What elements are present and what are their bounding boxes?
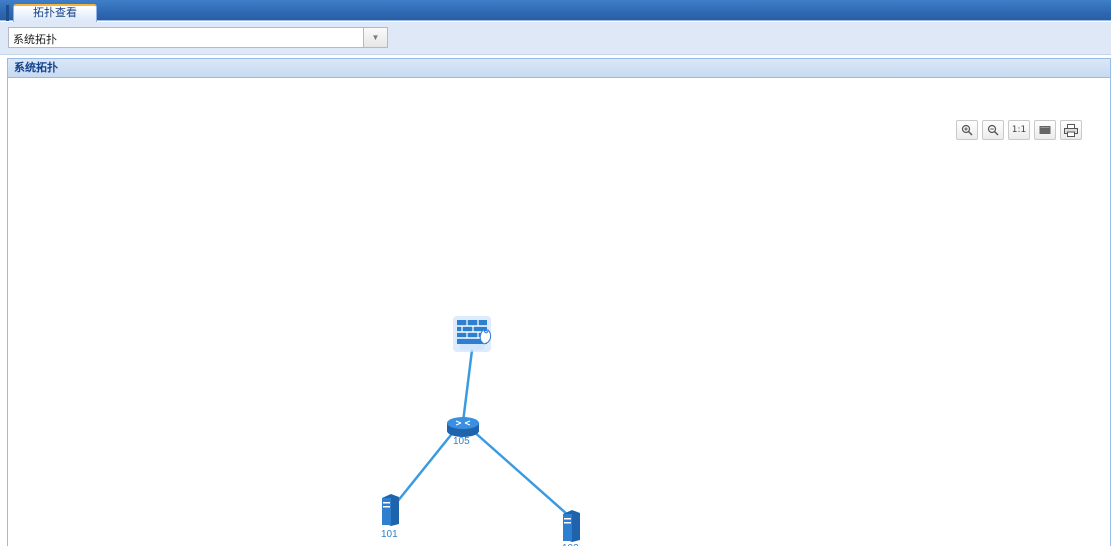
firewall-icon — [457, 320, 492, 345]
topology-diagram: 105 101 102 — [381, 316, 580, 546]
panel-title: 系统拓扑 — [8, 58, 1110, 78]
topology-canvas[interactable]: 1:1 105 101 — [8, 78, 1110, 546]
topology-panel: 系统拓扑 1:1 105 101 — [7, 58, 1111, 546]
server-node-102[interactable]: 102 — [562, 510, 580, 546]
router-node-105[interactable]: 105 — [447, 417, 479, 447]
link-firewall-105 — [461, 349, 474, 423]
server-node-101[interactable]: 101 — [381, 494, 399, 540]
server-label-101: 101 — [381, 529, 398, 540]
tab-topology-view[interactable]: 拓扑查看 — [13, 4, 97, 22]
selector-toolbar: 系统拓扑 ▼ — [0, 22, 1111, 55]
firewall-node[interactable] — [453, 316, 492, 352]
link-105-101 — [396, 429, 456, 503]
router-label: 105 — [453, 436, 470, 447]
topology-select-value: 系统拓扑 — [13, 34, 57, 46]
server-icon — [563, 510, 580, 542]
tab-strip-accent — [6, 5, 9, 21]
topology-select[interactable]: 系统拓扑 ▼ — [8, 27, 388, 48]
chevron-down-icon[interactable]: ▼ — [363, 28, 387, 47]
tab-strip: 拓扑查看 — [0, 0, 1111, 22]
link-105-102 — [471, 429, 569, 516]
router-icon — [447, 417, 479, 437]
server-icon — [382, 494, 399, 526]
